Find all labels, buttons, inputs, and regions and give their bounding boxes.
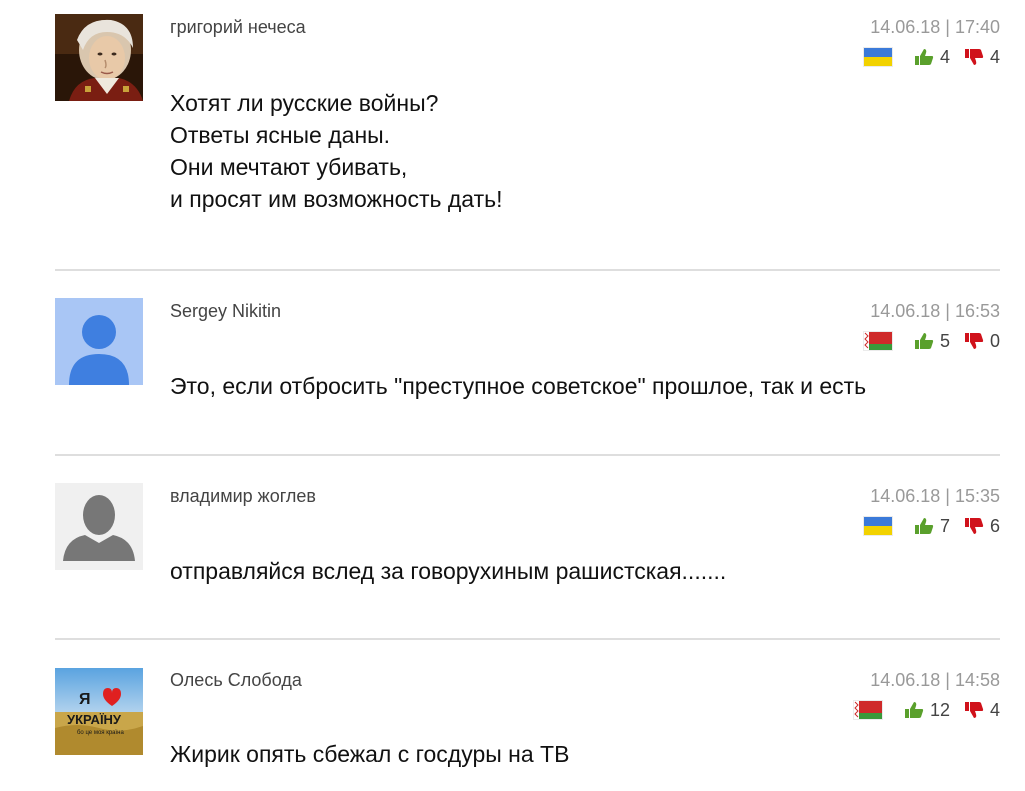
comment-rating: 5 0 [863,329,1000,353]
comment-divider [55,454,1000,456]
comment-divider [55,638,1000,640]
likes-count: 12 [929,699,950,720]
comment-rating: 4 4 [863,45,1000,69]
comment-text: Жирик опять сбежал с госдуры на ТВ [170,738,569,770]
thumbs-down-icon[interactable] [964,332,984,350]
comment-line: отправляйся вслед за говорухиным рашистс… [170,558,727,584]
belarus-flag-icon [863,332,892,350]
comment-text: Хотят ли русские войны? Ответы ясные дан… [170,87,503,215]
svg-text:Я: Я [79,691,91,708]
thumbs-up-icon[interactable] [914,48,934,66]
comment-text: отправляйся вслед за говорухиным рашистс… [170,555,726,587]
dislikes-count: 4 [989,699,1000,720]
likes-count: 4 [939,46,950,67]
thumbs-up-icon[interactable] [914,332,934,350]
comment-author[interactable]: владимир жоглев [170,486,316,507]
comment-date: 14.06.18 | 15:35 [870,486,1000,506]
ukraine-flag-icon [863,48,892,66]
comment-rating: 12 4 [853,698,1000,722]
ukraine-flag-icon [863,517,892,535]
user-avatar[interactable] [55,14,143,101]
dislikes-count: 0 [989,330,1000,351]
comment-author[interactable]: Олесь Слобода [170,670,302,691]
belarus-flag-icon [853,701,882,719]
comment-text: Это, если отбросить "преступное советско… [170,370,866,402]
default-blue-avatar-image [55,298,143,385]
ukraine-love-avatar-image: Я УКРАЇНУ бо це моя країна [55,668,143,755]
thumbs-down-icon[interactable] [964,701,984,719]
comment-divider [55,269,1000,271]
svg-text:УКРАЇНУ: УКРАЇНУ [67,712,122,727]
thumbs-down-icon[interactable] [964,48,984,66]
thumbs-up-icon[interactable] [914,517,934,535]
comment-date: 14.06.18 | 16:53 [870,301,1000,321]
comment-author[interactable]: Sergey Nikitin [170,301,281,322]
user-avatar[interactable] [55,483,143,570]
portrait-avatar-image [55,14,143,101]
dislikes-count: 6 [989,515,1000,536]
likes-count: 7 [939,515,950,536]
comment-line: Это, если отбросить "преступное советско… [170,373,867,399]
comment-date: 14.06.18 | 14:58 [870,670,1000,690]
thumbs-up-icon[interactable] [904,701,924,719]
comment-line: Они мечтают убивать, [170,154,408,180]
comment-line: и просят им возможность дать! [170,186,503,212]
svg-text:бо це моя країна: бо це моя країна [77,730,124,736]
comment-line: Хотят ли русские войны? [170,90,439,116]
thumbs-down-icon[interactable] [964,517,984,535]
user-avatar[interactable] [55,298,143,385]
comment-rating: 7 6 [863,514,1000,538]
default-gray-avatar-image [55,483,143,570]
comment-author[interactable]: григорий нечеса [170,17,306,38]
dislikes-count: 4 [989,46,1000,67]
likes-count: 5 [939,330,950,351]
comment-date: 14.06.18 | 17:40 [870,17,1000,37]
user-avatar[interactable]: Я УКРАЇНУ бо це моя країна [55,668,143,755]
comment-line: Ответы ясные даны. [170,122,391,148]
comment-line: Жирик опять сбежал с госдуры на ТВ [170,741,570,767]
